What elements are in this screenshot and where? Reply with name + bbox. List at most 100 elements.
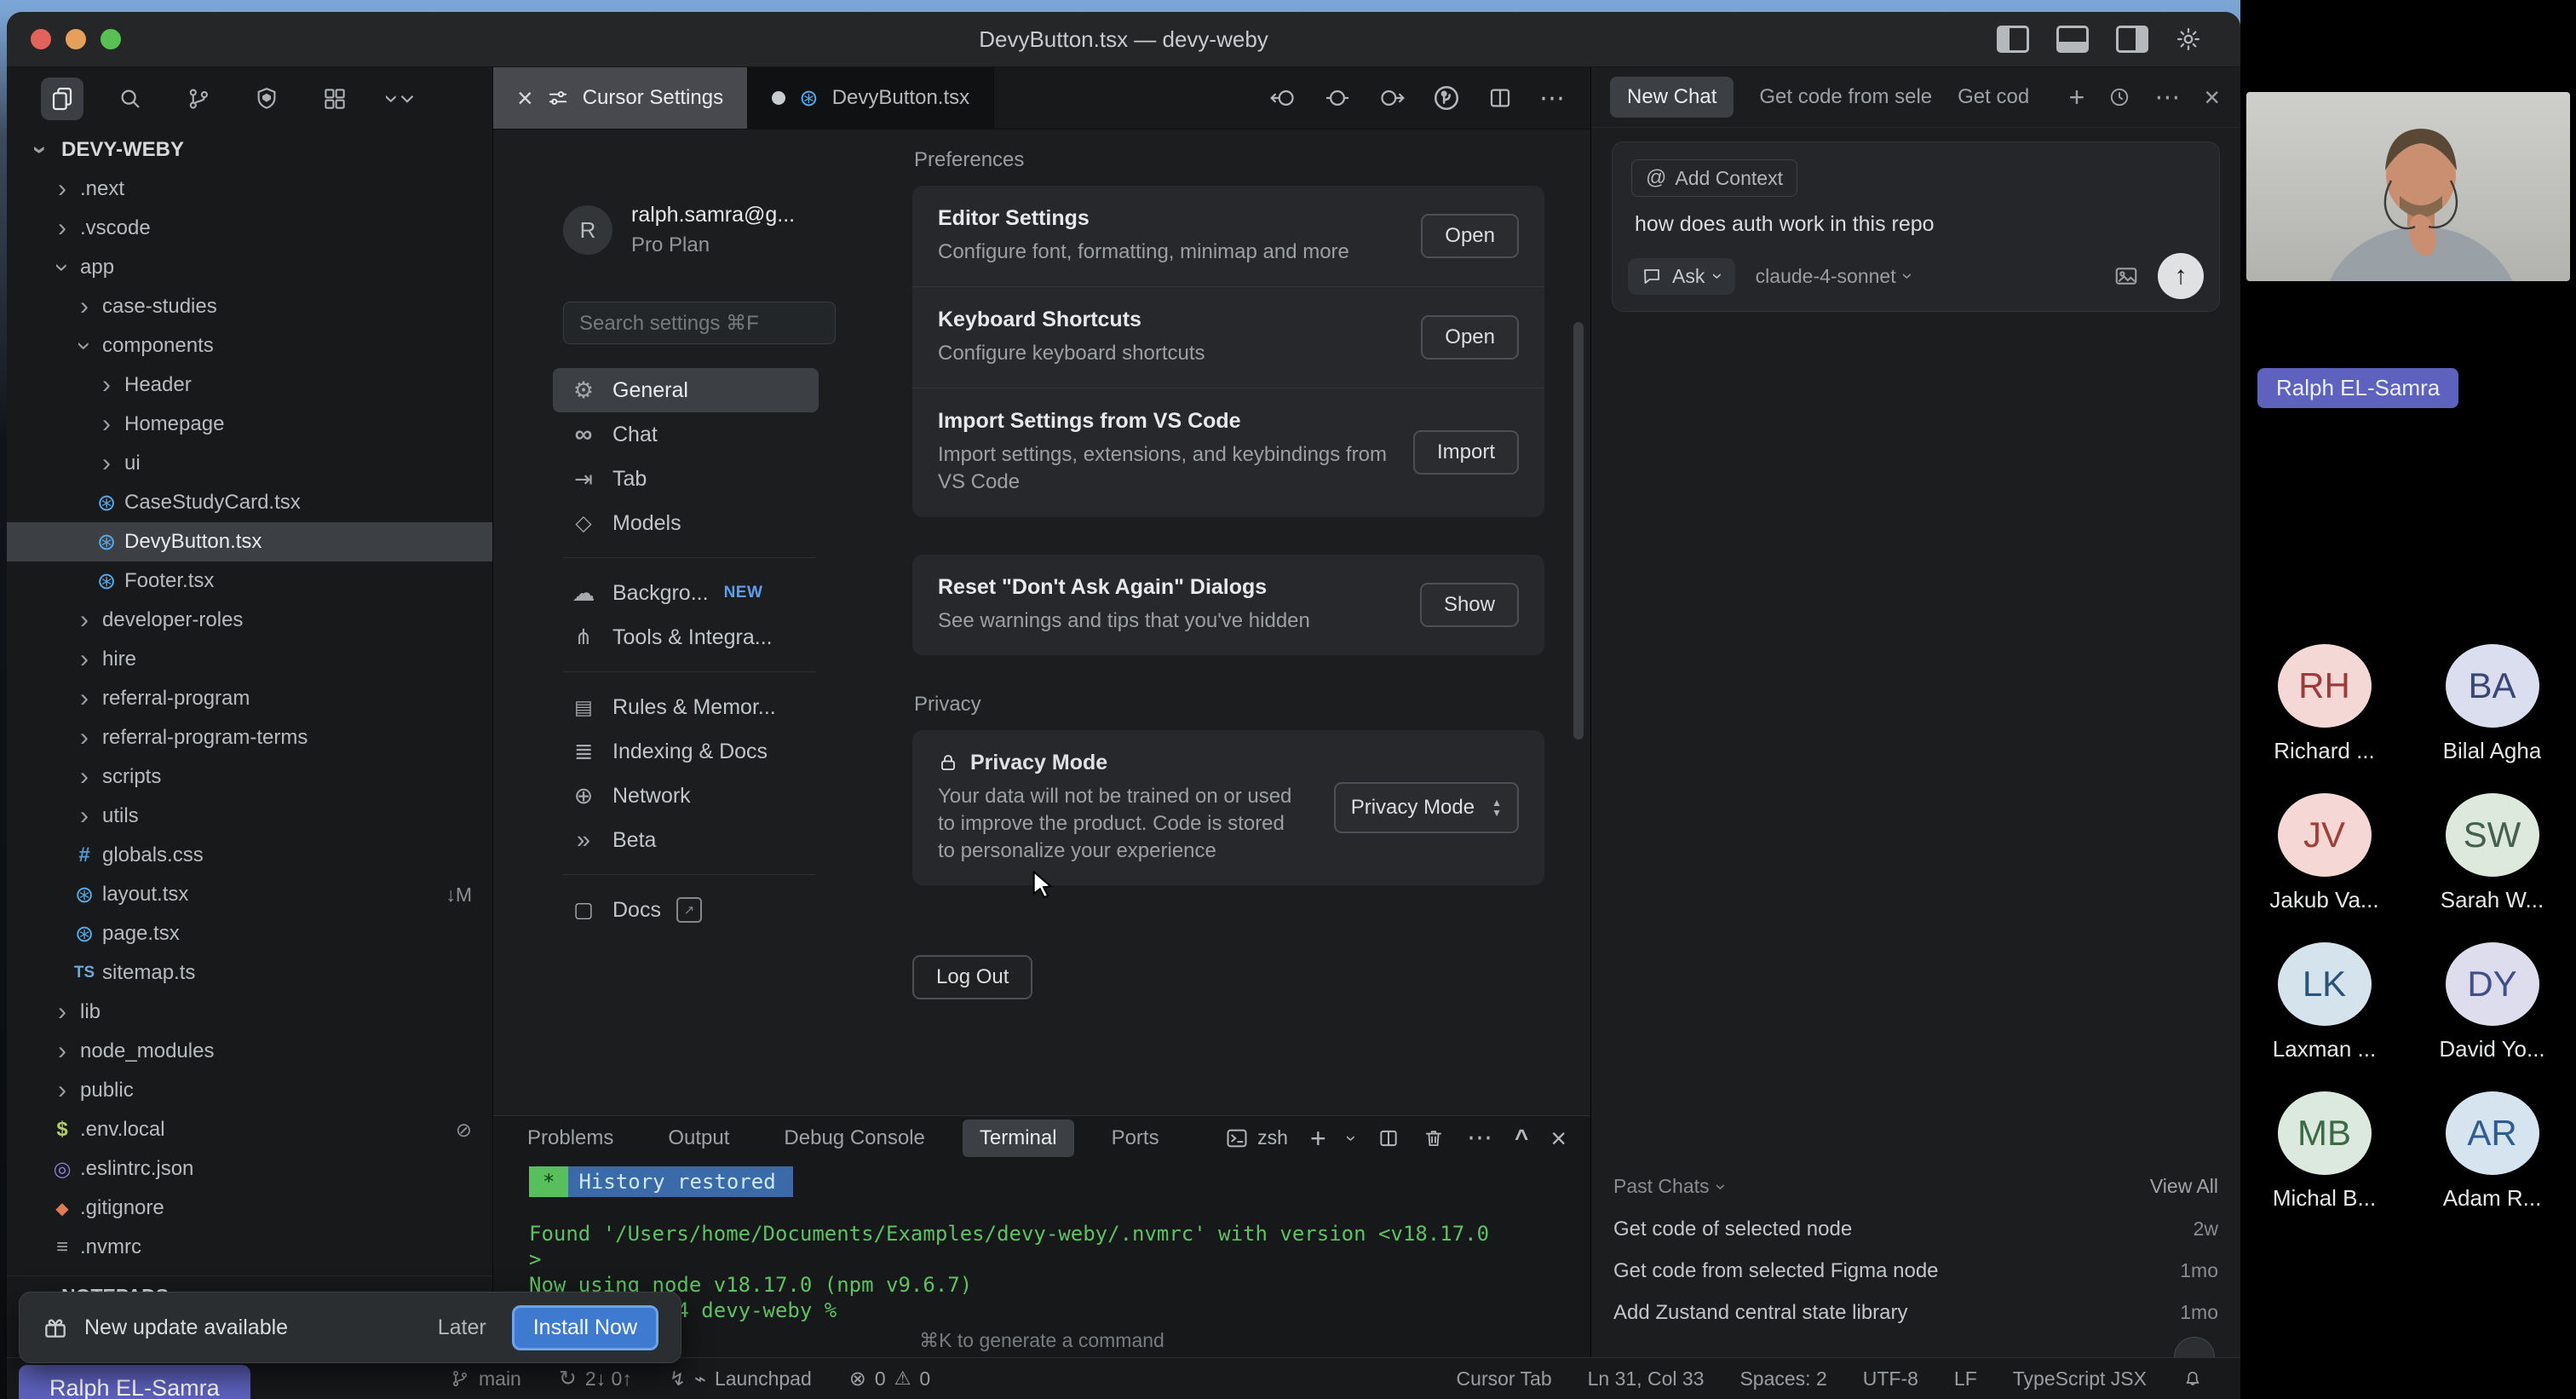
tree-item[interactable]: developer-roles xyxy=(7,601,492,640)
source-control-icon[interactable] xyxy=(177,78,220,120)
participant-tile[interactable]: DY David Yo... xyxy=(2416,942,2569,1062)
reference-icon[interactable] xyxy=(1323,85,1352,111)
launchpad-status[interactable]: Launchpad xyxy=(670,1367,812,1390)
participant-tile[interactable]: AR Adam R... xyxy=(2416,1091,2569,1212)
tree-item[interactable]: scripts xyxy=(7,757,492,797)
problems-status[interactable]: 0 0 xyxy=(849,1367,930,1391)
split-editor-icon[interactable] xyxy=(1486,85,1514,111)
tree-item[interactable]: Homepage xyxy=(7,405,492,444)
logout-button[interactable]: Log Out xyxy=(912,955,1032,999)
tree-item[interactable]: Footer.tsx xyxy=(7,561,492,601)
tree-item[interactable]: layout.tsx ↓M xyxy=(7,875,492,914)
tree-item[interactable]: CaseStudyCard.tsx xyxy=(7,483,492,522)
trash-icon[interactable] xyxy=(1423,1127,1445,1149)
settings-nav-item[interactable]: Backgro... NEW xyxy=(553,571,819,615)
tree-item[interactable]: utils xyxy=(7,797,492,836)
chat-tab[interactable]: New Chat xyxy=(1610,77,1734,118)
settings-nav-item[interactable]: Indexing & Docs xyxy=(553,729,819,774)
close-icon[interactable] xyxy=(1550,1128,1567,1149)
tree-item[interactable]: public xyxy=(7,1071,492,1110)
past-chat-item[interactable]: Add Zustand central state library 1mo xyxy=(1613,1292,2218,1333)
shell-selector[interactable]: zsh xyxy=(1225,1126,1288,1150)
participant-tile[interactable]: JV Jakub Va... xyxy=(2248,793,2401,913)
image-attach-icon[interactable] xyxy=(2113,263,2139,289)
settings-gear-icon[interactable] xyxy=(2176,26,2201,52)
more-icon[interactable] xyxy=(1467,1123,1492,1153)
tree-item[interactable]: .eslintrc.json xyxy=(7,1149,492,1189)
setting-action-button[interactable]: Open xyxy=(1421,315,1519,360)
participant-tile[interactable]: SW Sarah W... xyxy=(2416,793,2569,913)
past-chat-item[interactable]: Get code from selected Figma node 1mo xyxy=(1613,1250,2218,1292)
status-item[interactable]: UTF-8 xyxy=(1863,1367,1918,1390)
settings-nav-item[interactable]: Chat xyxy=(553,412,819,457)
install-now-button[interactable]: Install Now xyxy=(512,1305,658,1350)
close-icon[interactable] xyxy=(517,88,533,108)
later-button[interactable]: Later xyxy=(438,1316,486,1340)
tree-item[interactable]: .vscode xyxy=(7,209,492,248)
tab-cursor-settings[interactable]: Cursor Settings xyxy=(493,67,748,129)
plus-icon[interactable] xyxy=(1310,1128,1326,1149)
tree-item[interactable]: Header xyxy=(7,366,492,405)
panel-tab[interactable]: Output xyxy=(668,1126,729,1150)
timeline-icon[interactable] xyxy=(1432,83,1461,112)
sync-status[interactable]: 2↓ 0↑ xyxy=(559,1366,632,1391)
settings-search-input[interactable]: Search settings ⌘F xyxy=(563,302,836,344)
tree-item[interactable]: page.tsx xyxy=(7,914,492,953)
status-item[interactable]: Cursor Tab xyxy=(1457,1367,1552,1390)
settings-nav-item[interactable]: Docs xyxy=(553,888,819,932)
close-icon[interactable] xyxy=(2204,87,2220,107)
participant-tile[interactable]: RH Richard ... xyxy=(2248,644,2401,764)
tree-item[interactable]: ui xyxy=(7,444,492,483)
shield-icon[interactable] xyxy=(245,78,288,120)
git-branch-status[interactable]: main xyxy=(450,1367,521,1390)
toggle-secondary-sidebar-icon[interactable] xyxy=(2116,26,2148,53)
send-button[interactable] xyxy=(2158,253,2204,299)
bell-icon[interactable] xyxy=(2182,1368,2203,1389)
add-context-chip[interactable]: Add Context xyxy=(1631,159,1797,197)
setting-action-button[interactable]: Import xyxy=(1413,430,1519,475)
show-button[interactable]: Show xyxy=(1420,583,1519,627)
forward-reference-icon[interactable] xyxy=(1377,85,1406,111)
more-icon[interactable] xyxy=(2154,83,2180,112)
settings-nav-item[interactable]: Tools & Integra... xyxy=(553,615,819,659)
plus-icon[interactable] xyxy=(2069,87,2085,107)
chevron-small-icon[interactable] xyxy=(1348,1127,1354,1149)
tree-item[interactable]: lib xyxy=(7,993,492,1032)
status-item[interactable]: TypeScript JSX xyxy=(2013,1367,2147,1390)
tree-item[interactable]: .nvmrc xyxy=(7,1228,492,1267)
participant-tile[interactable]: MB Michal B... xyxy=(2248,1091,2401,1212)
more-icon[interactable] xyxy=(1539,83,1565,113)
split-terminal-icon[interactable] xyxy=(1377,1127,1400,1149)
settings-nav-item[interactable]: Models xyxy=(553,501,819,545)
editor-scrollbar[interactable] xyxy=(1573,322,1584,740)
ask-mode-selector[interactable]: Ask xyxy=(1628,258,1735,295)
privacy-mode-dropdown[interactable]: Privacy Mode xyxy=(1334,782,1519,833)
settings-nav-item[interactable]: Tab xyxy=(553,457,819,501)
tree-item[interactable]: DevyButton.tsx xyxy=(7,522,492,561)
chat-input-card[interactable]: Add Context how does auth work in this r… xyxy=(1612,141,2220,312)
settings-nav-item[interactable]: General xyxy=(553,368,819,412)
setting-action-button[interactable]: Open xyxy=(1421,214,1519,258)
participant-tile[interactable]: LK Laxman ... xyxy=(2248,942,2401,1062)
extensions-icon[interactable] xyxy=(313,78,356,120)
tree-item[interactable]: case-studies xyxy=(7,287,492,326)
settings-nav-item[interactable]: Network xyxy=(553,774,819,818)
settings-nav-item[interactable]: Rules & Memor... xyxy=(553,685,819,729)
tree-item[interactable]: referral-program-terms xyxy=(7,718,492,757)
panel-tab[interactable]: Ports xyxy=(1112,1126,1159,1150)
collapse-icon[interactable] xyxy=(1515,1125,1528,1152)
close-window-button[interactable] xyxy=(31,29,51,49)
chat-prompt-text[interactable]: how does auth work in this repo xyxy=(1635,212,2197,237)
panel-tab[interactable]: Problems xyxy=(527,1126,613,1150)
view-all-link[interactable]: View All xyxy=(2150,1175,2218,1198)
chat-tab[interactable]: Get code from sele xyxy=(1759,85,1932,109)
past-chat-item[interactable]: Get code of selected node 2w xyxy=(1613,1208,2218,1250)
back-reference-icon[interactable] xyxy=(1268,85,1297,111)
tree-item[interactable]: globals.css xyxy=(7,836,492,875)
history-icon[interactable] xyxy=(2108,86,2130,108)
tab-devybutton[interactable]: DevyButton.tsx xyxy=(748,67,994,129)
chevron-down-icon[interactable] xyxy=(382,78,424,120)
tree-item[interactable]: components xyxy=(7,326,492,366)
tree-item[interactable]: .env.local ⊘ xyxy=(7,1110,492,1149)
panel-tab[interactable]: Debug Console xyxy=(784,1126,924,1150)
